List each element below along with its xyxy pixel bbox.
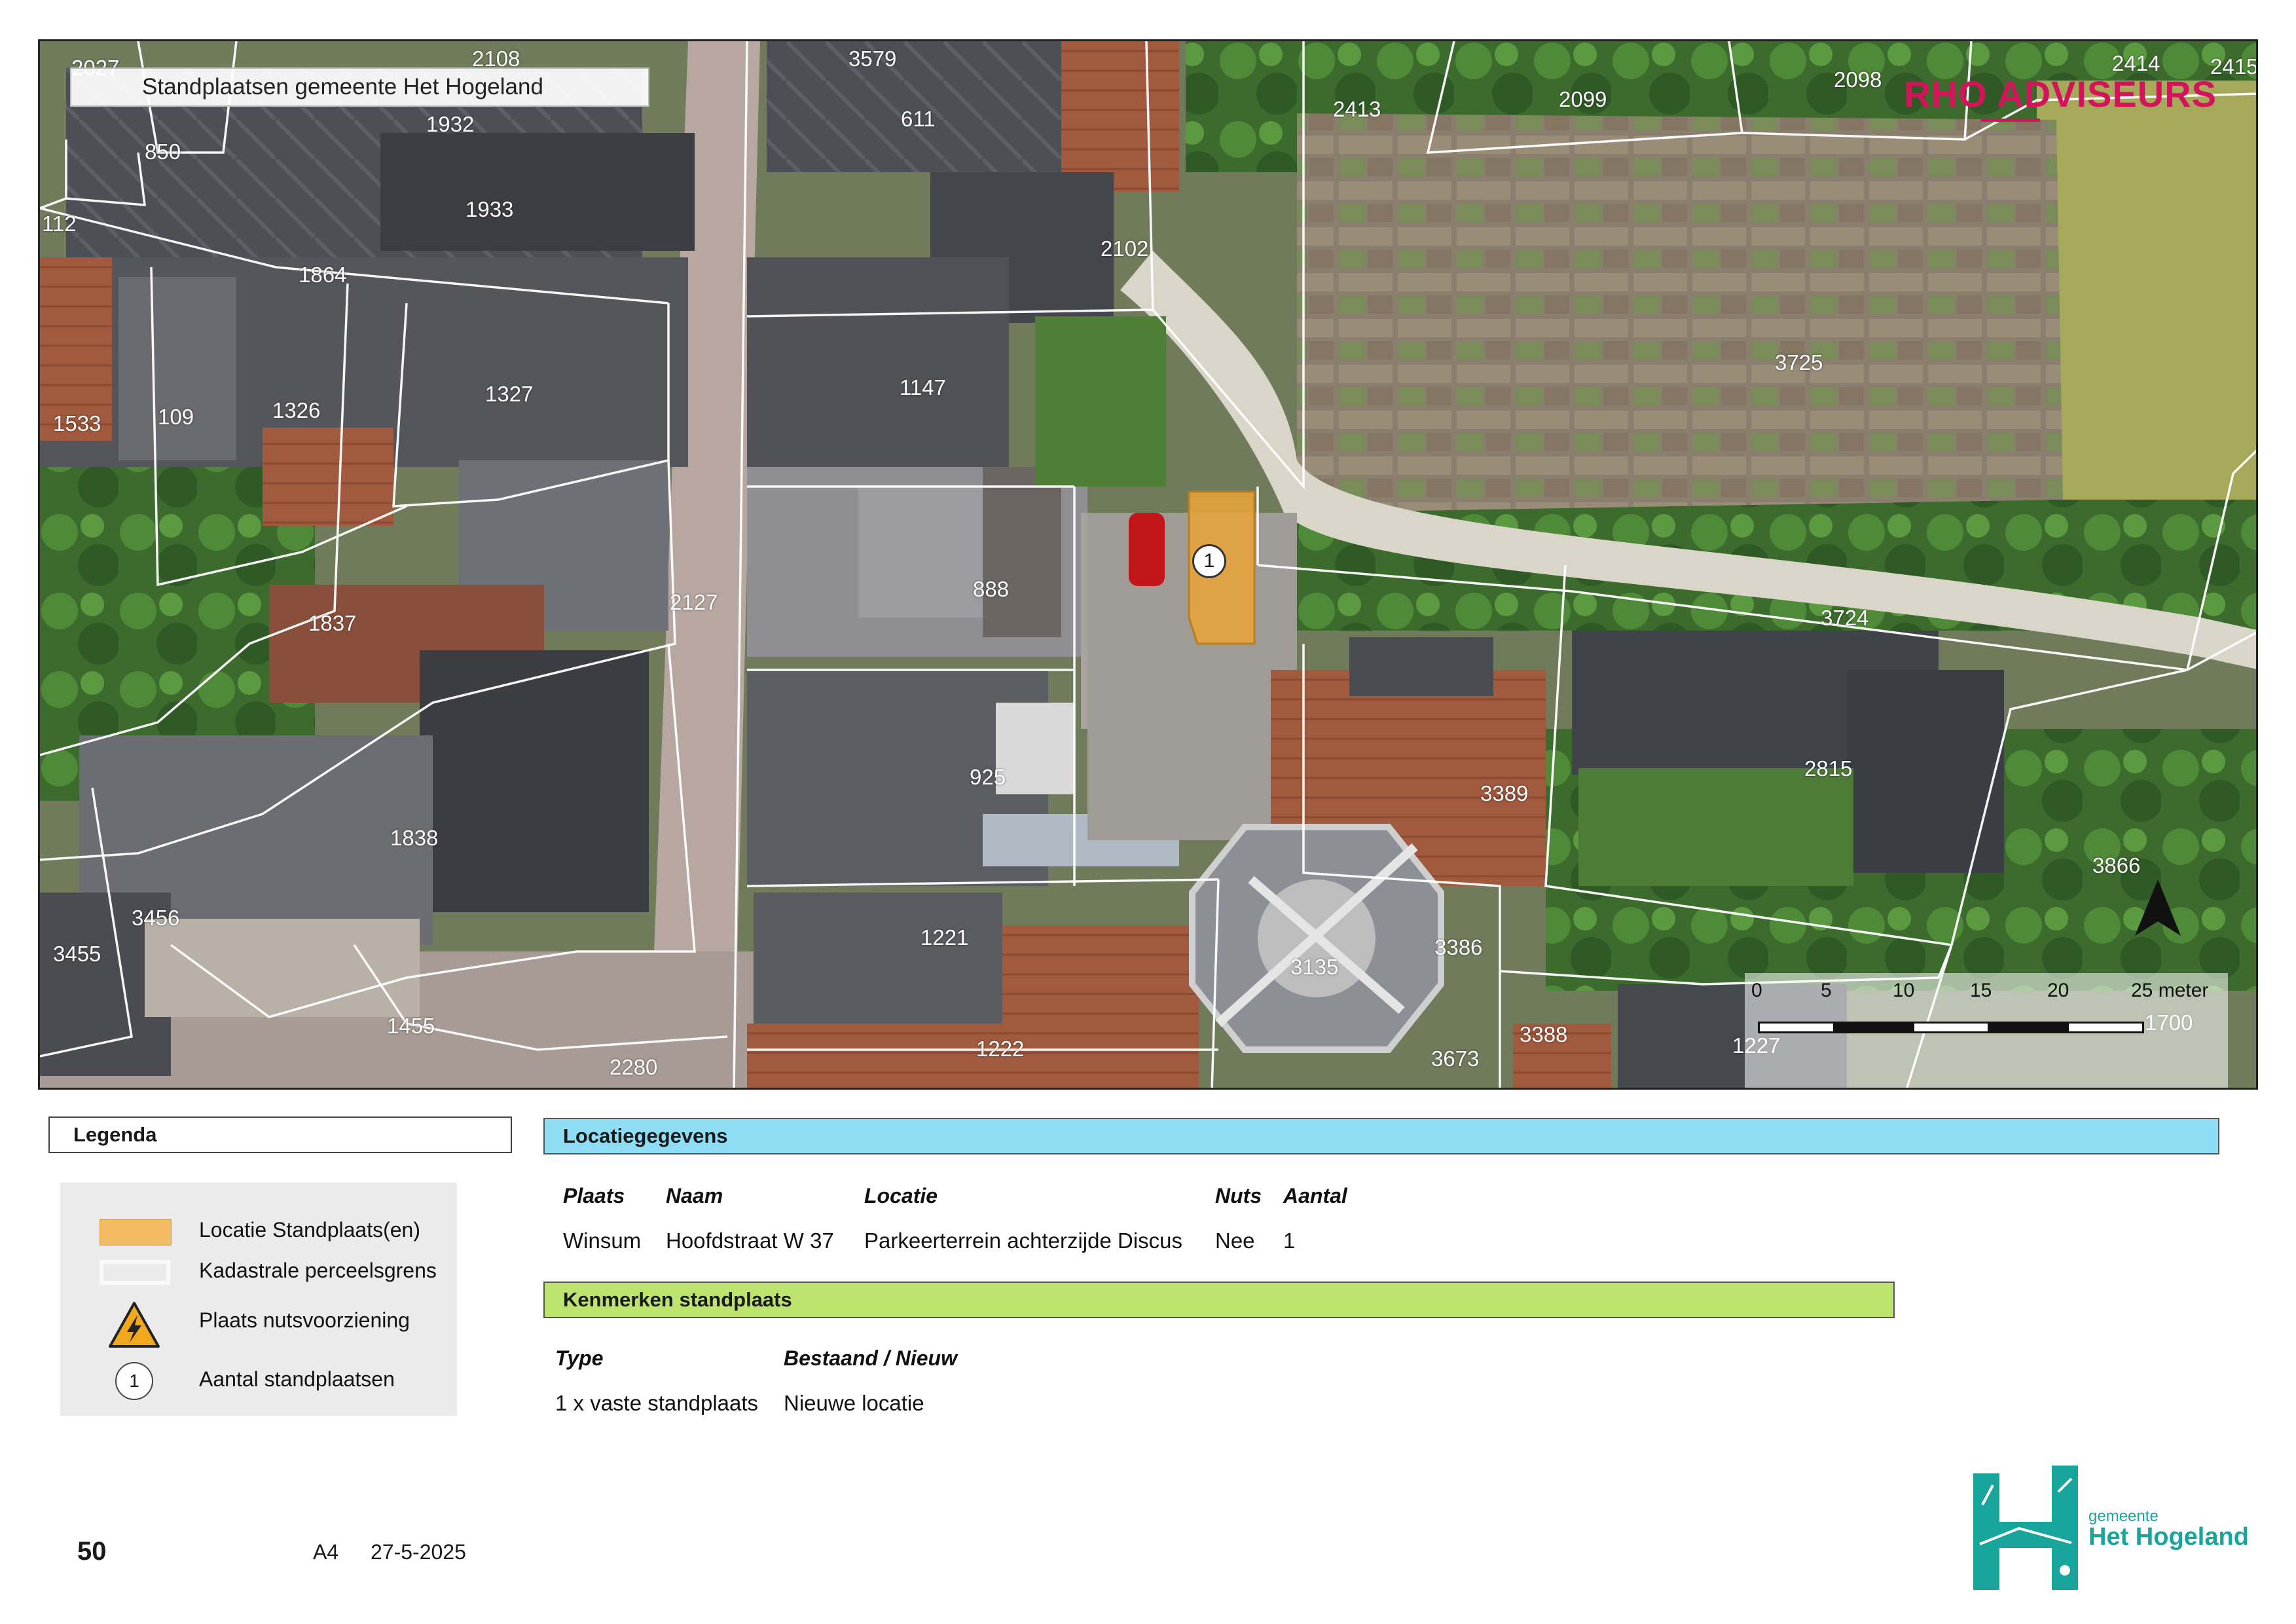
legend-label: Kadastrale perceelsgrens [199, 1259, 437, 1282]
brand-underline [1981, 119, 2040, 122]
scale-segment [1835, 1022, 1912, 1033]
parcel-number-label: 2815 [1804, 756, 1853, 781]
page-number: 50 [77, 1537, 107, 1566]
legend-item-utility: Plaats nutsvoorziening [60, 1301, 457, 1348]
cell-naam: Hoofdstraat W 37 [666, 1228, 834, 1253]
paper-size: A4 [313, 1540, 339, 1564]
parcel-number-label: 2099 [1559, 87, 1607, 111]
kenmerken-header: Kenmerken standplaats [543, 1282, 1895, 1318]
col-header-nuts: Nuts [1215, 1184, 1262, 1208]
logo-text-big: Het Hogeland [2088, 1523, 2249, 1551]
parcel-number-label: 1933 [465, 197, 514, 221]
parcel-number-label: 925 [970, 765, 1006, 789]
parcel-number-label: 3579 [848, 46, 897, 71]
parcel-number-label: 1147 [900, 375, 946, 399]
cell-aantal: 1 [1283, 1228, 1296, 1253]
parcel-number-label: 850 [145, 139, 181, 164]
legend: Locatie Standplaats(en) Kadastrale perce… [60, 1183, 457, 1416]
legend-title: Legenda [48, 1116, 512, 1153]
parcel-number-label: 3725 [1775, 350, 1823, 375]
parcel-number-label: 3455 [53, 942, 101, 966]
scale-bar: 0 5 10 15 20 25 meter [1745, 973, 2228, 1088]
col-header-plaats: Plaats [563, 1184, 625, 1208]
col-header-naam: Naam [666, 1184, 723, 1208]
count-symbol: 1 [115, 1362, 153, 1400]
cell-plaats: Winsum [563, 1228, 642, 1253]
scale-segment [2067, 1022, 2144, 1033]
parcel-number-label: 109 [158, 405, 194, 429]
parcel-number-label: 1837 [308, 611, 357, 635]
parcel-number-label: 1327 [485, 382, 534, 406]
scale-tick: 10 [1893, 980, 1915, 1001]
legend-item-parcel-boundary: Kadastrale perceelsgrens [60, 1251, 457, 1290]
parcel-number-label: 3135 [1290, 955, 1339, 979]
cell-nuts: Nee [1215, 1228, 1255, 1253]
locatiegegevens-header: Locatiegegevens [543, 1118, 2219, 1154]
standplaats-count-marker[interactable]: 1 [1192, 544, 1226, 578]
scale-tick: 25 meter [2131, 980, 2209, 1001]
scale-segment [1990, 1022, 2067, 1033]
parcel-number-label: 3389 [1480, 781, 1529, 805]
parcel-number-label: 1326 [272, 398, 321, 422]
scale-tick: 0 [1751, 980, 1762, 1001]
parcel-number-label: 3724 [1821, 606, 1869, 630]
legend-item-count: 1 Aantal standplaatsen [60, 1359, 457, 1400]
parcel-number-label: 1222 [976, 1037, 1025, 1061]
parcel-number-label: 2413 [1333, 97, 1381, 121]
cell-type: 1 x vaste standplaats [555, 1391, 759, 1415]
scale-tick: 5 [1821, 980, 1832, 1001]
parcel-number-label: 112 [42, 212, 77, 236]
cell-bestaand-nieuw: Nieuwe locatie [784, 1391, 924, 1415]
col-header-locatie: Locatie [864, 1184, 938, 1208]
parcel-number-label: 2415 [2210, 54, 2258, 79]
col-header-type: Type [555, 1346, 604, 1370]
parcel-number-label: 1533 [53, 411, 101, 435]
legend-label: Plaats nutsvoorziening [199, 1308, 410, 1332]
parcel-number-label: 3386 [1434, 935, 1483, 959]
parcel-number-label: 2098 [1834, 67, 1882, 92]
parcel-number-label: 3866 [2092, 853, 2141, 877]
parcel-number-label: 3456 [132, 906, 180, 930]
map-imagery [40, 41, 2256, 1088]
scale-segment [1758, 1022, 1835, 1033]
cell-locatie: Parkeerterrein achterzijde Discus [864, 1228, 1183, 1253]
parcel-number-label: 2102 [1101, 236, 1149, 261]
legend-label: Locatie Standplaats(en) [199, 1218, 420, 1242]
aerial-map[interactable]: 2027210835796118501932241320992098241424… [38, 39, 2258, 1090]
parcel-number-label: 1864 [299, 263, 347, 287]
parcel-number-label: 888 [973, 577, 1010, 601]
parcel-boundary-swatch [100, 1260, 170, 1285]
scale-tick: 20 [2047, 980, 2069, 1001]
parcel-number-label: 1932 [426, 112, 475, 136]
parcel-number-label: 611 [901, 107, 936, 131]
brand-logo: RHO ADVISEURS [1904, 73, 2217, 115]
parcel-number-label: 1838 [390, 826, 439, 850]
parcel-number-label: 2127 [670, 590, 718, 614]
parcel-number-label: 3673 [1431, 1046, 1480, 1071]
parcel-number-label: 2280 [610, 1055, 658, 1079]
scale-segment [1912, 1022, 1990, 1033]
col-header-aantal: Aantal [1283, 1184, 1347, 1208]
col-header-bestaand-nieuw: Bestaand / Nieuw [784, 1346, 957, 1370]
electricity-warning-icon [109, 1302, 160, 1348]
parcel-number-label: 1221 [920, 925, 969, 950]
document-date: 27-5-2025 [371, 1540, 466, 1564]
north-arrow-icon [2135, 879, 2181, 936]
legend-item-location: Locatie Standplaats(en) [60, 1210, 457, 1249]
scale-tick: 15 [1970, 980, 1992, 1001]
legend-label: Aantal standplaatsen [199, 1367, 395, 1391]
parcel-number-label: 3388 [1520, 1022, 1568, 1046]
map-title: Standplaatsen gemeente Het Hogeland [70, 67, 649, 107]
location-swatch [100, 1219, 172, 1246]
parcel-number-label: 1455 [387, 1014, 435, 1038]
